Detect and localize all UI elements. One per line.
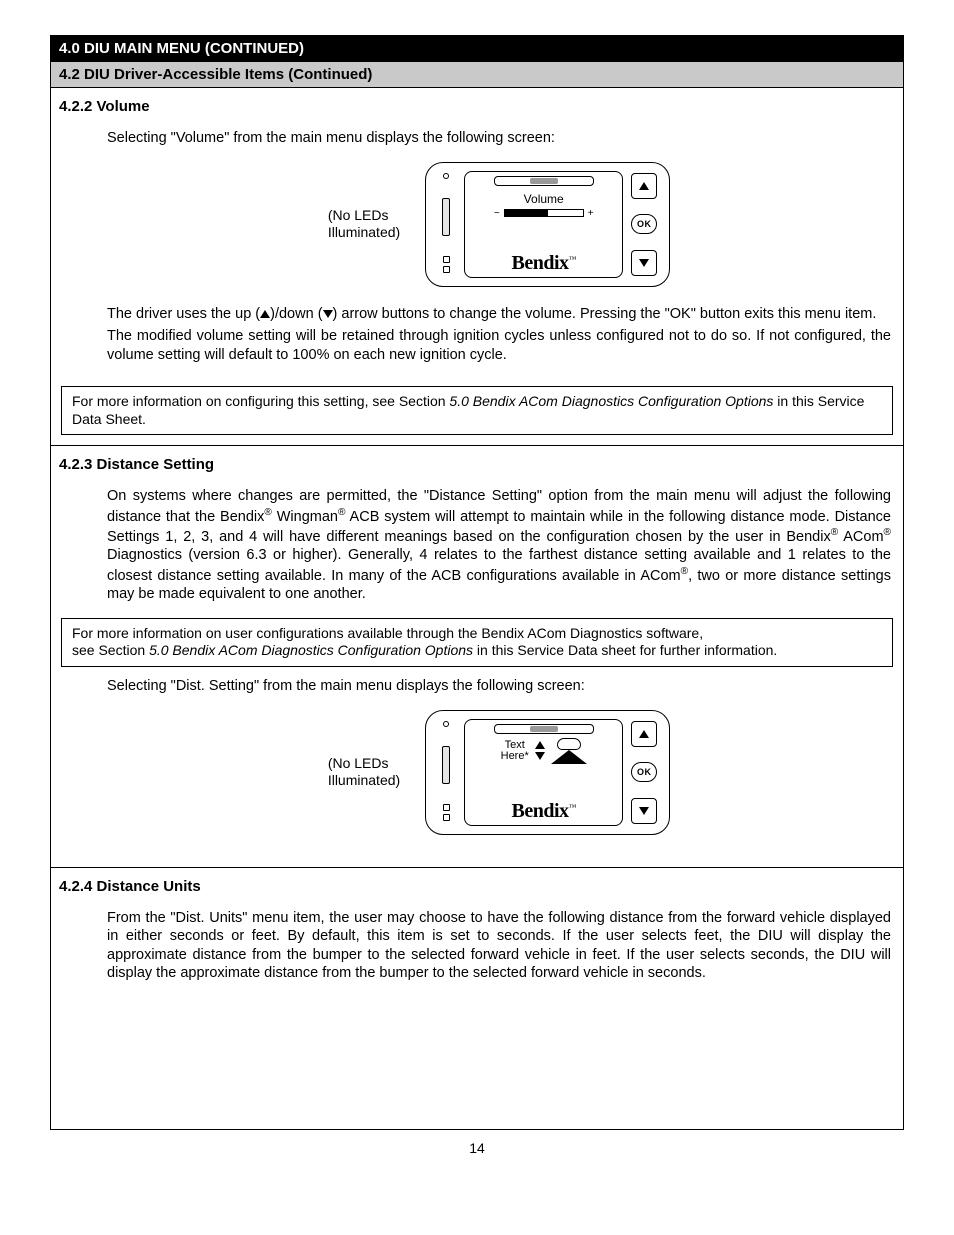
screen-text: TextHere* (501, 740, 529, 762)
diu-device-dist: TextHere* Bendix™ OK (425, 710, 670, 835)
diu-screen: TextHere* Bendix™ (464, 719, 623, 826)
led-squares (443, 804, 450, 824)
chevron-up-icon (639, 182, 649, 190)
led-bar (442, 198, 450, 236)
dist-setting-intro2: Selecting "Dist. Setting" from the main … (107, 677, 891, 696)
minus-sign: − (494, 208, 500, 219)
volume-figure: (No LEDs Illuminated) Volume − (107, 162, 891, 287)
led-strip (436, 173, 456, 276)
ok-button[interactable]: OK (631, 762, 657, 782)
button-column: OK (631, 721, 659, 824)
dist-units-para1: From the "Dist. Units" menu item, the us… (107, 909, 891, 983)
down-arrow-icon (323, 310, 333, 318)
plus-sign: + (588, 208, 594, 219)
volume-body: Selecting "Volume" from the main menu di… (51, 119, 903, 382)
section-header-main: 4.0 DIU MAIN MENU (CONTINUED) (51, 36, 903, 61)
section-header-sub: 4.2 DIU Driver-Accessible Items (Continu… (51, 61, 903, 88)
page-number: 14 (50, 1140, 904, 1156)
dist-setting-body: On systems where changes are permitted, … (51, 477, 903, 614)
page-frame: 4.0 DIU MAIN MENU (CONTINUED) 4.2 DIU Dr… (50, 35, 904, 1130)
volume-bar (504, 209, 584, 217)
dist-setting-note: For more information on user configurati… (61, 618, 893, 667)
led-square (443, 804, 450, 811)
ok-button[interactable]: OK (631, 214, 657, 234)
chevron-down-icon (639, 259, 649, 267)
volume-para1: The driver uses the up ()/down () arrow … (107, 305, 891, 324)
led-square (443, 266, 450, 273)
heading-dist-setting: 4.2.3 Distance Setting (51, 445, 903, 477)
volume-fig-label: (No LEDs Illuminated) (328, 207, 400, 242)
button-column: OK (631, 173, 659, 276)
heading-volume: 4.2.2 Volume (51, 88, 903, 119)
down-button[interactable] (631, 798, 657, 824)
screen-title: Volume (524, 192, 564, 206)
up-button[interactable] (631, 721, 657, 747)
fig-label-l1: (No LEDs (328, 207, 389, 223)
up-button[interactable] (631, 173, 657, 199)
dist-setting-figure: (No LEDs Illuminated) TextHere* (107, 710, 891, 835)
fig-label-l2: Illuminated) (328, 224, 400, 240)
led-square (443, 814, 450, 821)
up-down-arrows-icon (535, 741, 545, 760)
volume-note: For more information on configuring this… (61, 386, 893, 435)
chevron-down-icon (639, 807, 649, 815)
volume-para2: The modified volume setting will be reta… (107, 327, 891, 364)
led-dot (443, 173, 449, 179)
fig-label-l1: (No LEDs (328, 755, 389, 771)
dist-graphic: TextHere* (501, 738, 587, 764)
brand-logo: Bendix™ (512, 252, 576, 275)
diu-screen: Volume − + Bendix™ (464, 171, 623, 278)
dist-setting-body2: Selecting "Dist. Setting" from the main … (51, 677, 903, 867)
chevron-up-icon (639, 730, 649, 738)
led-squares (443, 256, 450, 276)
dist-setting-para1: On systems where changes are permitted, … (107, 487, 891, 604)
down-button[interactable] (631, 250, 657, 276)
dist-units-body: From the "Dist. Units" menu item, the us… (51, 899, 903, 1129)
up-arrow-icon (260, 310, 270, 318)
volume-bar-row: − + (494, 208, 594, 219)
led-square (443, 256, 450, 263)
led-strip (436, 721, 456, 824)
led-bar (442, 746, 450, 784)
diu-device-volume: Volume − + Bendix™ OK (425, 162, 670, 287)
brand-logo: Bendix™ (512, 800, 576, 823)
led-dot (443, 721, 449, 727)
fig-label-l2: Illuminated) (328, 772, 400, 788)
heading-dist-units: 4.2.4 Distance Units (51, 867, 903, 899)
dist-fig-label: (No LEDs Illuminated) (328, 755, 400, 790)
volume-intro: Selecting "Volume" from the main menu di… (107, 129, 891, 148)
speaker-slot (494, 724, 594, 734)
car-road-icon (551, 738, 587, 764)
speaker-slot (494, 176, 594, 186)
